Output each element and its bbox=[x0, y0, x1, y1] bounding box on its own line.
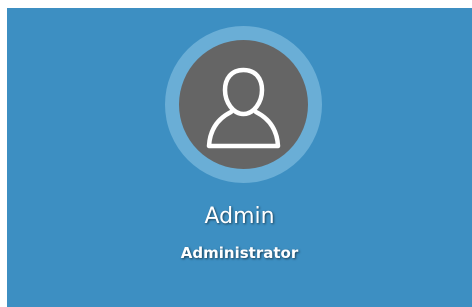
avatar[interactable] bbox=[179, 40, 308, 169]
avatar-ring bbox=[165, 26, 322, 183]
user-name: Admin bbox=[204, 204, 275, 229]
user-profile-panel: Admin Administrator bbox=[7, 8, 472, 307]
user-outline-icon bbox=[206, 67, 281, 149]
user-role: Administrator bbox=[180, 244, 299, 262]
